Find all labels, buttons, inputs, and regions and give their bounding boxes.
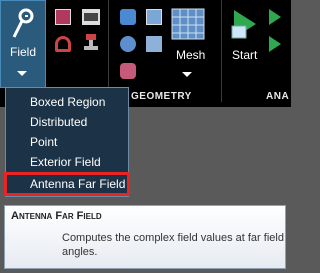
analysis-play-triangle xyxy=(269,9,281,25)
start-button[interactable]: Start xyxy=(226,4,262,82)
menu-item-exterior-field[interactable]: Exterior Field xyxy=(6,152,128,172)
start-button-label: Start xyxy=(232,48,258,62)
stack-shape-icon[interactable] xyxy=(82,34,100,52)
geometry-sphere-icon[interactable] xyxy=(120,36,136,52)
chevron-down-icon xyxy=(17,71,27,76)
tooltip-title: Antenna Far Field xyxy=(11,210,102,222)
analysis-run-icon[interactable] xyxy=(269,36,287,52)
geometry-cube-icon[interactable] xyxy=(120,9,136,25)
analysis-play-icon[interactable] xyxy=(269,9,287,25)
geometry-block-icon[interactable] xyxy=(146,36,162,52)
mesh-button-label: Mesh xyxy=(176,48,206,62)
stack-base xyxy=(84,46,98,50)
analysis-group-label: ANA xyxy=(266,91,290,102)
menu-item-distributed[interactable]: Distributed xyxy=(6,112,128,132)
field-icon xyxy=(12,8,34,38)
mesh-chevron-down-icon[interactable] xyxy=(182,72,192,77)
field-button[interactable]: Field xyxy=(0,0,46,88)
menu-item-boxed-region[interactable]: Boxed Region xyxy=(6,92,128,112)
film-strip-icon[interactable] xyxy=(82,9,100,25)
geometry-cylinder-icon[interactable] xyxy=(120,63,136,79)
start-play-icon xyxy=(231,10,256,39)
field-dropdown-menu: Boxed Region Distributed Point Exterior … xyxy=(4,87,130,197)
geometry-grid-icon[interactable] xyxy=(146,9,162,25)
arc-shape-icon[interactable] xyxy=(55,36,71,52)
menu-item-antenna-far-field[interactable]: Antenna Far Field xyxy=(4,172,130,196)
solid-cube-icon[interactable] xyxy=(55,9,71,25)
ribbon-separator xyxy=(221,0,222,102)
tooltip-body: Computes the complex field values at far… xyxy=(62,232,284,258)
film-strip-band xyxy=(84,13,98,21)
mesh-button[interactable]: Mesh xyxy=(168,4,208,82)
analysis-run-triangle xyxy=(269,36,281,52)
geometry-group-label: GEOMETRY xyxy=(131,91,192,102)
field-button-label: Field xyxy=(9,45,36,59)
mesh-icon xyxy=(171,8,205,40)
menu-item-point[interactable]: Point xyxy=(6,132,128,152)
tooltip: Antenna Far Field Computes the complex f… xyxy=(4,205,286,269)
